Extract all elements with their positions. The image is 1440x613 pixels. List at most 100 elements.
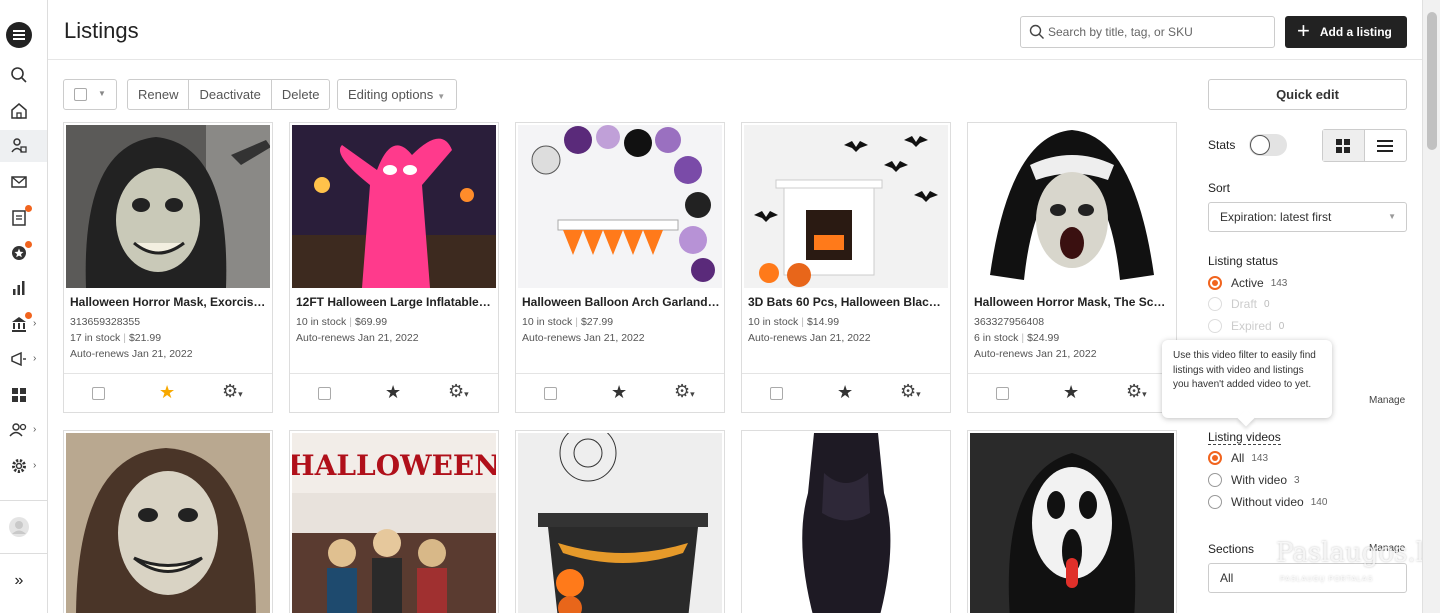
listing-image[interactable] bbox=[66, 125, 270, 288]
search-icon bbox=[1029, 24, 1044, 39]
listing-card[interactable] bbox=[741, 430, 951, 613]
integrations-icon[interactable] bbox=[8, 384, 30, 406]
listings-icon[interactable] bbox=[8, 135, 30, 157]
page-header: Listings + Add a listing bbox=[48, 0, 1422, 60]
video-radio-with[interactable]: With video 3 bbox=[1208, 473, 1300, 487]
listing-card[interactable] bbox=[967, 430, 1177, 613]
star-icon[interactable]: ★ bbox=[611, 382, 627, 403]
deactivate-button[interactable]: Deactivate bbox=[189, 80, 272, 109]
stock-count: 10 in stock bbox=[296, 316, 347, 328]
orders-icon[interactable] bbox=[8, 205, 32, 228]
listing-title[interactable]: Halloween Horror Mask, The Scary Nun... bbox=[974, 295, 1172, 309]
renew-button[interactable]: Renew bbox=[128, 80, 190, 109]
expand-chevron-icon[interactable]: › bbox=[33, 424, 36, 435]
home-icon[interactable] bbox=[8, 100, 30, 122]
listing-image[interactable] bbox=[744, 433, 948, 613]
listing-card[interactable]: HALLOWEEN bbox=[289, 430, 499, 613]
gear-menu-icon[interactable]: ⚙▾ bbox=[1126, 381, 1147, 402]
settings-gear-icon[interactable] bbox=[8, 455, 30, 477]
listing-image[interactable] bbox=[744, 125, 948, 288]
stats-icon[interactable] bbox=[8, 277, 30, 299]
select-checkbox[interactable] bbox=[318, 387, 331, 400]
marketing-icon[interactable] bbox=[8, 348, 30, 370]
listing-image[interactable] bbox=[292, 125, 496, 288]
listing-card[interactable]: 12FT Halloween Large Inflatable Ghost...… bbox=[289, 122, 499, 413]
scrollbar[interactable] bbox=[1422, 0, 1440, 613]
listing-card[interactable]: 3D Bats 60 Pcs, Halloween Black Wall... … bbox=[741, 122, 951, 413]
star-icon[interactable]: ★ bbox=[1063, 382, 1079, 403]
expand-chevron-icon[interactable]: › bbox=[33, 353, 36, 364]
list-view-icon[interactable] bbox=[1365, 130, 1407, 161]
search-icon[interactable] bbox=[8, 64, 30, 86]
manage-link[interactable]: Manage bbox=[1369, 395, 1405, 406]
sort-label: Sort bbox=[1208, 181, 1231, 195]
finances-icon[interactable] bbox=[8, 312, 32, 335]
listing-card[interactable] bbox=[63, 430, 273, 613]
delete-button[interactable]: Delete bbox=[272, 80, 330, 109]
status-count: 0 bbox=[1264, 298, 1270, 310]
select-checkbox[interactable] bbox=[92, 387, 105, 400]
listing-image[interactable] bbox=[66, 433, 270, 613]
status-radio-expired[interactable]: Expired 0 bbox=[1208, 319, 1284, 333]
listing-title[interactable]: 12FT Halloween Large Inflatable Ghost... bbox=[296, 295, 494, 309]
listing-title[interactable]: Halloween Balloon Arch Garland Kit... bbox=[522, 295, 720, 309]
listing-image[interactable] bbox=[518, 433, 722, 613]
expand-chevron-icon[interactable]: › bbox=[33, 460, 36, 471]
grid-view-icon[interactable] bbox=[1323, 130, 1365, 161]
quick-edit-button[interactable]: Quick edit bbox=[1208, 79, 1407, 110]
video-radio-without[interactable]: Without video 140 bbox=[1208, 495, 1327, 509]
listing-card[interactable]: Halloween Horror Mask, The Scary Nun... … bbox=[967, 122, 1177, 413]
editing-options-dropdown[interactable]: Editing options ▼ bbox=[337, 79, 457, 110]
expand-chevron-icon[interactable]: › bbox=[33, 318, 36, 329]
scrollbar-thumb[interactable] bbox=[1427, 12, 1437, 150]
card-actions: ★ ⚙▾ bbox=[64, 373, 272, 413]
video-count: 3 bbox=[1294, 474, 1300, 486]
listing-card[interactable] bbox=[515, 430, 725, 613]
select-checkbox[interactable] bbox=[996, 387, 1009, 400]
page-title: Listings bbox=[64, 18, 139, 43]
chevron-down-icon: ▼ bbox=[1388, 212, 1396, 221]
video-option-label: Without video bbox=[1231, 495, 1304, 509]
star-seller-icon[interactable] bbox=[8, 241, 32, 264]
listing-title[interactable]: Halloween Horror Mask, Exorcist Smile... bbox=[70, 295, 268, 309]
listing-stock-price: 10 in stock | $27.99 bbox=[522, 316, 614, 328]
gear-menu-icon[interactable]: ⚙▾ bbox=[900, 381, 921, 402]
listing-image[interactable] bbox=[970, 125, 1174, 288]
gear-menu-icon[interactable]: ⚙▾ bbox=[674, 381, 695, 402]
listing-card[interactable]: Halloween Balloon Arch Garland Kit... 10… bbox=[515, 122, 725, 413]
community-icon[interactable] bbox=[8, 419, 30, 441]
listing-image[interactable]: HALLOWEEN bbox=[292, 433, 496, 613]
video-radio-all[interactable]: All 143 bbox=[1208, 451, 1268, 465]
search-box[interactable] bbox=[1020, 16, 1275, 48]
sort-value: Expiration: latest first bbox=[1220, 210, 1332, 224]
rail-divider bbox=[0, 500, 47, 501]
gear-menu-icon[interactable]: ⚙▾ bbox=[222, 381, 243, 402]
messages-icon[interactable] bbox=[8, 171, 30, 193]
price: $24.99 bbox=[1027, 332, 1060, 344]
listing-image[interactable] bbox=[970, 433, 1174, 613]
listing-title[interactable]: 3D Bats 60 Pcs, Halloween Black Wall... bbox=[748, 295, 946, 309]
etsy-shop-logo-icon[interactable] bbox=[5, 21, 33, 49]
star-icon[interactable]: ★ bbox=[385, 382, 401, 403]
stats-toggle[interactable] bbox=[1249, 134, 1287, 156]
listing-card[interactable]: Halloween Horror Mask, Exorcist Smile...… bbox=[63, 122, 273, 413]
stock-count: 10 in stock bbox=[748, 316, 799, 328]
status-radio-active[interactable]: Active 143 bbox=[1208, 276, 1287, 290]
select-checkbox[interactable] bbox=[544, 387, 557, 400]
status-radio-draft[interactable]: Draft 0 bbox=[1208, 297, 1270, 311]
add-listing-button[interactable]: + Add a listing bbox=[1285, 16, 1407, 48]
collapse-rail-icon[interactable]: » bbox=[8, 570, 30, 592]
select-all-checkbox[interactable] bbox=[74, 88, 87, 101]
view-switcher bbox=[1322, 129, 1407, 162]
search-input[interactable] bbox=[1048, 22, 1268, 42]
star-icon[interactable]: ★ bbox=[837, 382, 853, 403]
select-checkbox[interactable] bbox=[770, 387, 783, 400]
listing-image[interactable] bbox=[518, 125, 722, 288]
gear-menu-icon[interactable]: ⚙▾ bbox=[448, 381, 469, 402]
select-all-dropdown[interactable]: ▼ bbox=[63, 79, 117, 110]
card-actions: ★ ⚙▾ bbox=[968, 373, 1176, 413]
sort-select[interactable]: Expiration: latest first ▼ bbox=[1208, 202, 1407, 232]
featured-star-icon[interactable]: ★ bbox=[159, 382, 175, 403]
listing-stock-price: 6 in stock | $24.99 bbox=[974, 332, 1060, 344]
avatar[interactable] bbox=[8, 516, 30, 538]
